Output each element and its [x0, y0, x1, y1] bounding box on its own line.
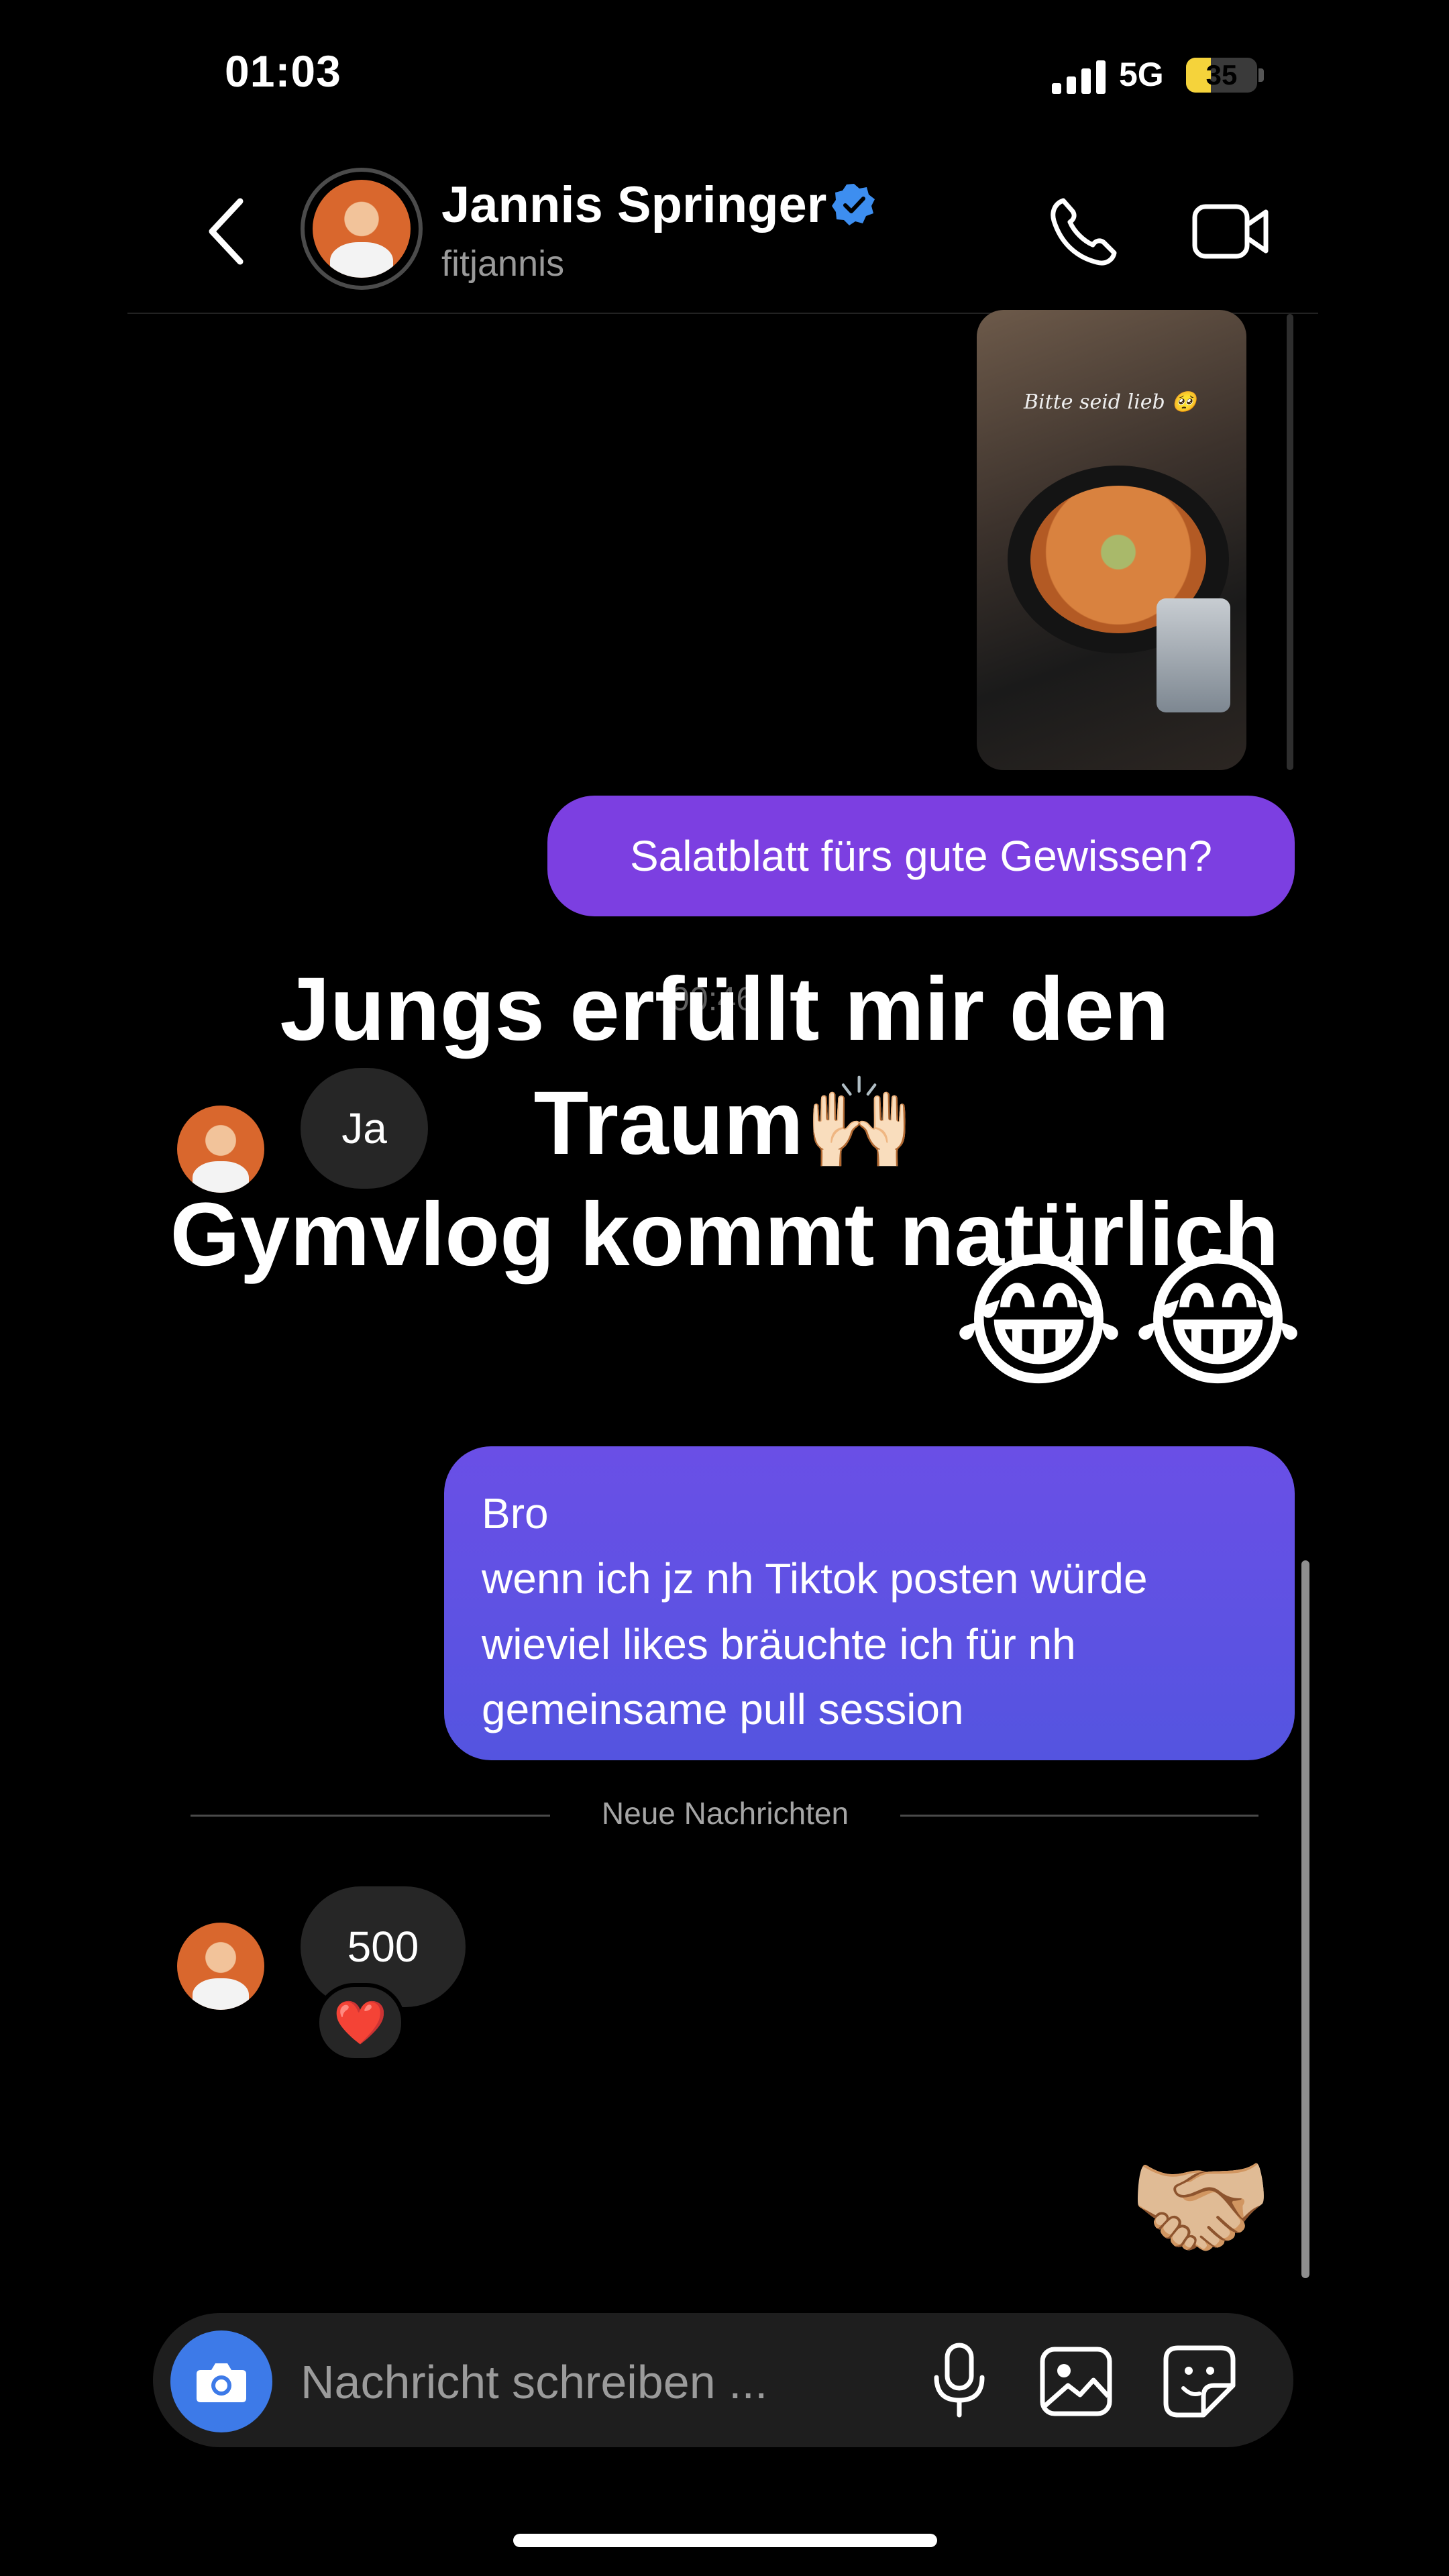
story-scroll-track — [1287, 314, 1293, 770]
selfie-inset — [1157, 598, 1230, 712]
sticker-icon[interactable] — [1159, 2341, 1240, 2422]
contact-avatar[interactable] — [177, 1923, 264, 2010]
battery-icon: 35 — [1186, 58, 1257, 93]
microphone-icon[interactable] — [926, 2340, 993, 2420]
story-caption: Bitte seid lieb 🥺 — [1024, 390, 1197, 414]
battery-tip — [1258, 68, 1264, 82]
contact-name[interactable]: Jannis Springer — [441, 176, 826, 234]
shared-story-image[interactable]: Bitte seid lieb 🥺 — [977, 310, 1246, 770]
overlay-text-line: Jungs erfüllt mir den — [280, 959, 1169, 1059]
laughing-emoji: 😂😂 — [953, 1239, 1311, 1404]
overlay-text-line: Traum🙌🏻 — [533, 1073, 916, 1173]
new-messages-label: Neue Nachrichten — [601, 1796, 849, 1831]
handshake-emoji-message[interactable]: 🤝🏼 — [1127, 2148, 1274, 2266]
profile-avatar[interactable] — [313, 180, 411, 278]
home-indicator[interactable] — [513, 2534, 937, 2547]
phone-icon[interactable] — [1043, 191, 1124, 272]
camera-icon — [197, 2363, 246, 2402]
status-time: 01:03 — [225, 46, 341, 96]
contact-username[interactable]: fitjannis — [441, 243, 564, 284]
message-input[interactable] — [299, 2348, 879, 2416]
divider-line — [191, 1815, 550, 1817]
outgoing-message[interactable]: Bro wenn ich jz nh Tiktok posten würde w… — [444, 1446, 1295, 1760]
divider-line — [900, 1815, 1258, 1817]
verified-badge-icon — [832, 184, 875, 225]
video-camera-icon[interactable] — [1191, 195, 1271, 268]
network-type: 5G — [1119, 56, 1164, 93]
outgoing-message[interactable]: Salatblatt fürs gute Gewissen? — [547, 796, 1295, 916]
cellular-signal-icon — [1052, 59, 1110, 94]
chat-scrollbar[interactable] — [1301, 1560, 1309, 2278]
battery-level: 35 — [1205, 59, 1238, 91]
back-arrow-icon[interactable] — [201, 195, 255, 268]
gallery-icon[interactable] — [1036, 2341, 1116, 2422]
camera-button[interactable] — [170, 2330, 272, 2432]
heart-reaction[interactable]: ❤️ — [315, 1983, 405, 2062]
